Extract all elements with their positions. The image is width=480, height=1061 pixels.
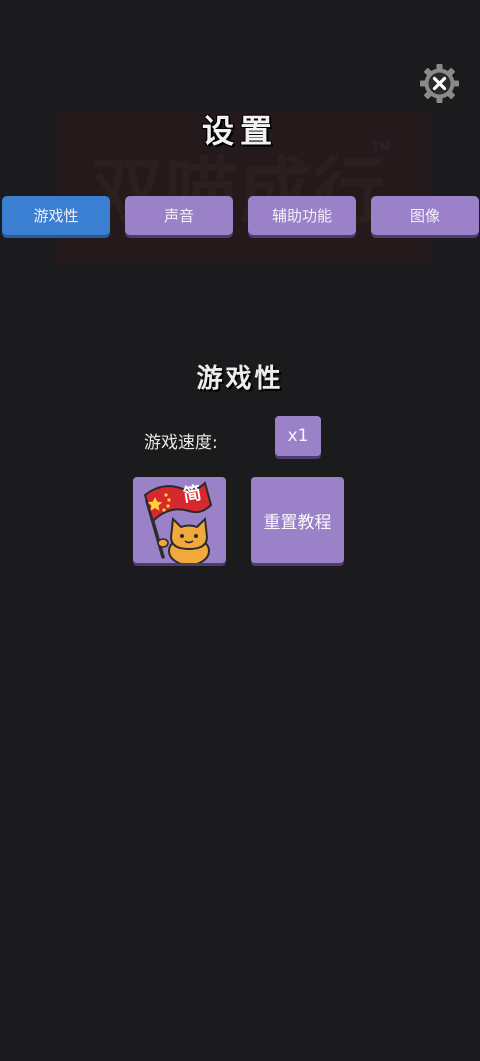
game-speed-label: 游戏速度: xyxy=(144,433,218,453)
tab-sound[interactable]: 声音 xyxy=(125,196,233,235)
language-flag-label: 简 xyxy=(181,482,203,507)
language-button[interactable]: 简 xyxy=(133,477,226,563)
tab-gameplay[interactable]: 游戏性 xyxy=(2,196,110,235)
close-gear-icon xyxy=(420,64,459,103)
section-title: 游戏性 xyxy=(196,364,284,394)
close-button[interactable] xyxy=(419,63,460,104)
settings-screen: 双喵成行 TM 设置 游戏性 声音 辅助功能 图像 游戏性 游戏速度: x1 简… xyxy=(0,0,480,1061)
tab-graphics[interactable]: 图像 xyxy=(371,196,479,235)
reset-tutorial-button[interactable]: 重置教程 xyxy=(251,477,344,563)
tab-accessibility[interactable]: 辅助功能 xyxy=(248,196,356,235)
settings-tabs: 游戏性 声音 辅助功能 图像 xyxy=(0,196,480,238)
page-title: 设置 xyxy=(201,112,278,150)
game-speed-button[interactable]: x1 xyxy=(275,416,321,456)
